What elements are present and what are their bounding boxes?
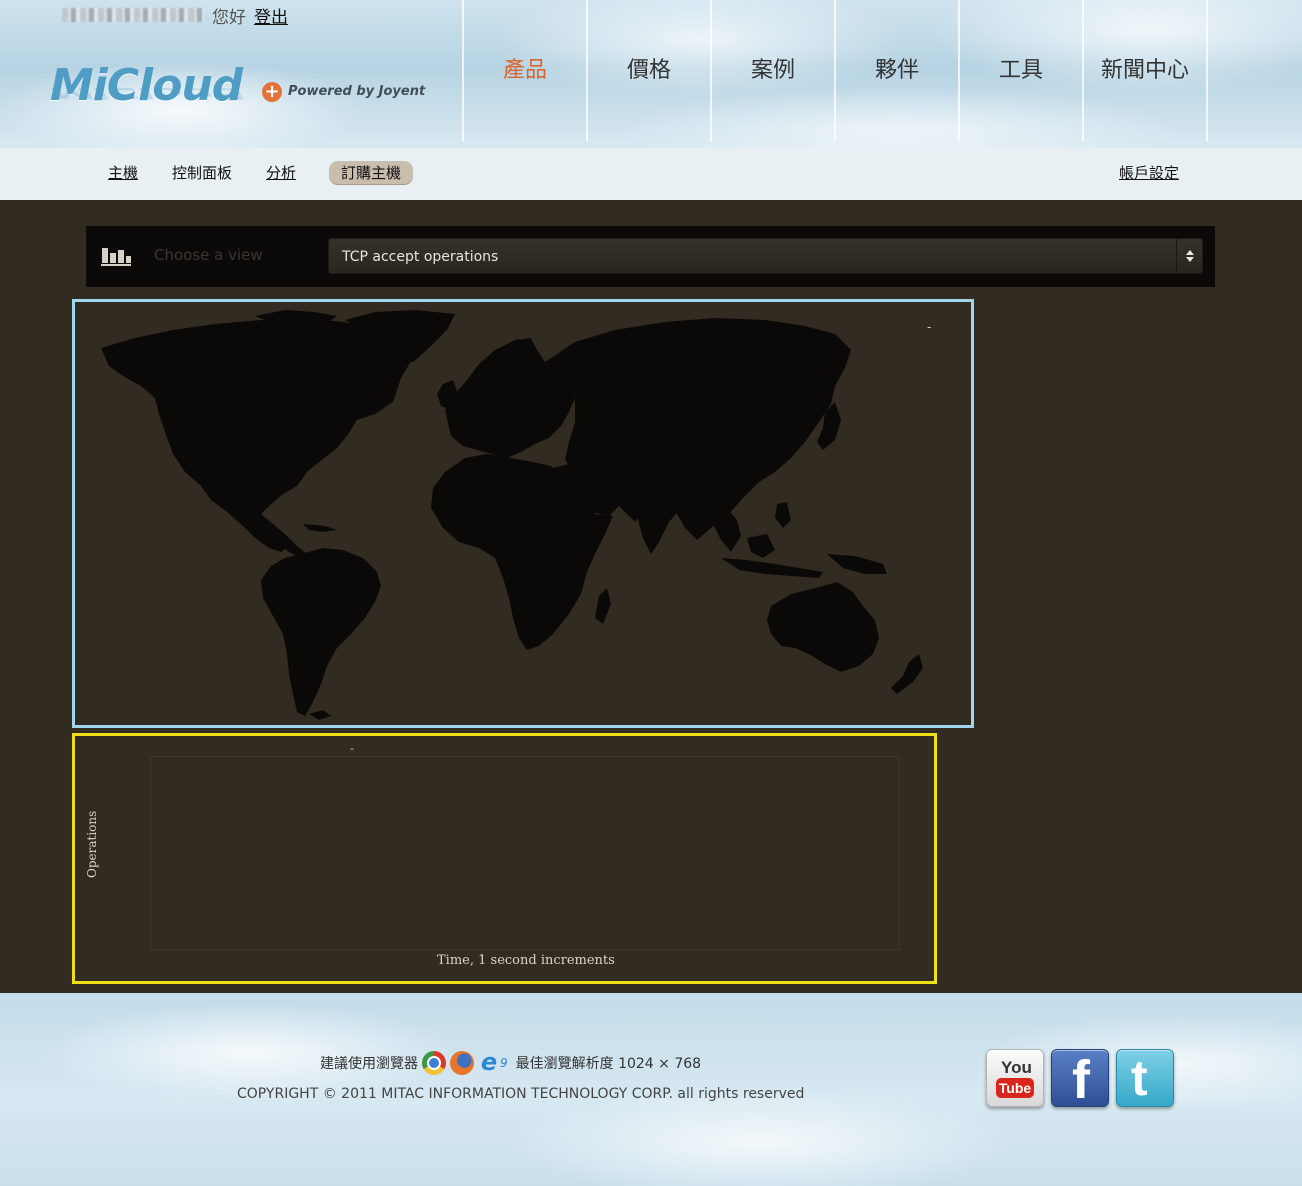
nav-divider <box>1206 0 1208 142</box>
youtube-you: You <box>1001 1058 1032 1077</box>
ie-version: 9 <box>500 1056 508 1070</box>
nav-item-partners[interactable]: 夥伴 <box>834 0 958 142</box>
resolution-text: 最佳瀏覽解析度 1024 × 768 <box>515 1056 702 1072</box>
nav-item-cases[interactable]: 案例 <box>710 0 834 142</box>
new-guinea <box>827 554 887 574</box>
view-select[interactable]: TCP accept operations <box>328 238 1203 274</box>
facebook-glyph: f <box>1072 1050 1090 1110</box>
world-map-panel: - <box>72 299 974 728</box>
continent-north-america <box>101 318 413 552</box>
y-axis-label: Operations <box>85 810 99 878</box>
logo-tagline: Powered by Joyent <box>288 84 426 99</box>
browser-prefix: 建議使用瀏覽器 <box>320 1056 418 1072</box>
youtube-icon[interactable]: You Tube <box>986 1049 1044 1107</box>
india <box>635 486 681 554</box>
x-axis-label: Time, 1 second increments <box>437 953 615 968</box>
browser-recommendation: 建議使用瀏覽器 e 9 最佳瀏覽解析度 1024 × 768 <box>320 1048 702 1076</box>
facebook-icon[interactable]: f <box>1051 1049 1109 1110</box>
plot-area <box>150 756 900 950</box>
nav-item-tools[interactable]: 工具 <box>958 0 1082 142</box>
nav-item-products[interactable]: 產品 <box>462 0 586 142</box>
nav-item-news[interactable]: 新聞中心 <box>1082 0 1206 142</box>
continent-australia <box>767 582 879 672</box>
view-chooser: Choose a view TCP accept operations <box>86 226 1215 287</box>
ie-icon: e <box>480 1048 498 1076</box>
select-arrows-icon <box>1176 239 1202 273</box>
username-redacted <box>62 8 204 22</box>
account-settings-link[interactable]: 帳戶設定 <box>1119 162 1179 183</box>
map-legend-dash: - <box>927 320 932 334</box>
logo-reflection: MiCloud <box>50 84 243 102</box>
operations-chart-panel: - Operations Time, 1 second increments <box>72 733 937 984</box>
subnav-item-control-panel[interactable]: 控制面板 <box>172 162 232 183</box>
twitter-icon[interactable]: t <box>1116 1049 1174 1107</box>
bar-chart-icon <box>101 248 131 266</box>
main-nav: 產品 價格 案例 夥伴 工具 新聞中心 <box>462 0 1208 142</box>
philippines <box>775 502 791 528</box>
southern-islands <box>309 710 331 720</box>
greeting: 您好 <box>212 7 246 28</box>
world-map <box>101 310 923 720</box>
view-select-value: TCP accept operations <box>342 249 499 265</box>
plus-icon: + <box>262 82 282 102</box>
logout-link[interactable]: 登出 <box>254 3 288 28</box>
nav-item-pricing[interactable]: 價格 <box>586 0 710 142</box>
youtube-tube: Tube <box>996 1078 1034 1098</box>
madagascar <box>595 588 611 624</box>
micloud-logo[interactable]: MiCloud MiCloud + Powered by Joyent <box>50 62 425 124</box>
subnav-item-analytics[interactable]: 分析 <box>266 162 296 183</box>
sub-nav: 主機 控制面板 分析 訂購主機 帳戶設定 <box>0 148 1302 200</box>
subnav-item-order[interactable]: 訂購主機 <box>329 161 414 185</box>
caribbean <box>303 524 337 532</box>
user-bar: 您好 登出 <box>62 3 288 28</box>
indonesia <box>721 558 823 578</box>
borneo <box>747 534 775 558</box>
twitter-glyph: t <box>1131 1050 1148 1106</box>
continent-south-america <box>261 548 381 716</box>
subnav-item-machines[interactable]: 主機 <box>108 162 138 183</box>
choose-view-label: Choose a view <box>154 246 263 264</box>
new-zealand <box>891 654 923 694</box>
firefox-icon <box>450 1051 474 1075</box>
chrome-icon <box>422 1051 446 1075</box>
header: 您好 登出 MiCloud MiCloud + Powered by Joyen… <box>0 0 1302 148</box>
chart-legend-dash: - <box>350 742 354 755</box>
footer: 建議使用瀏覽器 e 9 最佳瀏覽解析度 1024 × 768 COPYRIGHT… <box>0 993 1302 1186</box>
copyright: COPYRIGHT © 2011 MITAC INFORMATION TECHN… <box>237 1086 805 1102</box>
